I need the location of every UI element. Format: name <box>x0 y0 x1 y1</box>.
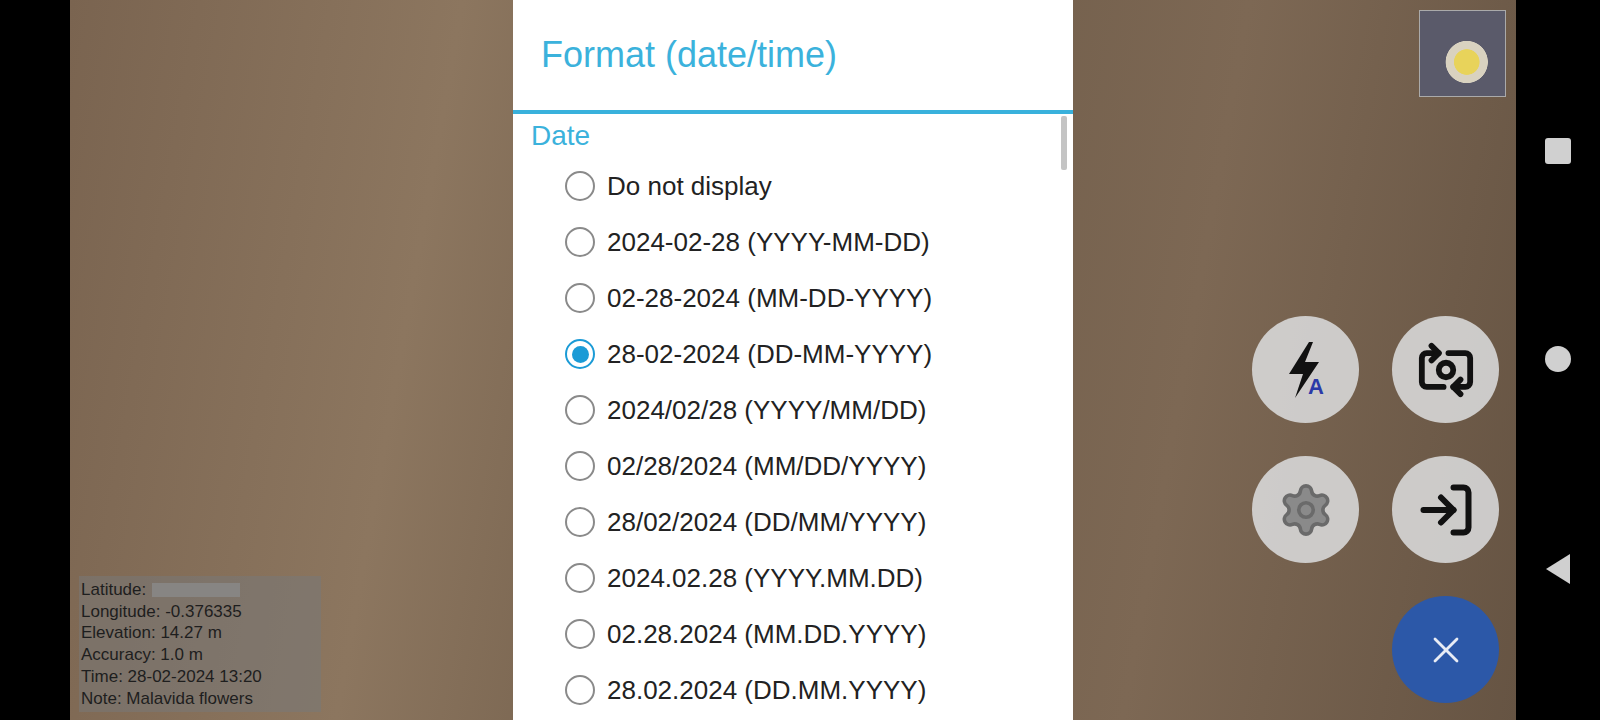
option-label: 28.02.2024 (DD.MM.YYYY) <box>607 675 926 706</box>
dialog-header: Format (date/time) <box>513 0 1073 114</box>
radio-button[interactable] <box>565 563 595 593</box>
option-row[interactable]: 02/28/2024 (MM/DD/YYYY) <box>513 438 1073 494</box>
option-row[interactable]: 28/02/2024 (DD/MM/YYYY) <box>513 494 1073 550</box>
camera-controls: A <box>1252 316 1499 703</box>
radio-button[interactable] <box>565 451 595 481</box>
camera-preview: Latitude:Longitude: -0.376335Elevation: … <box>70 0 1516 720</box>
option-row[interactable]: 2024-02-28 (YYYY-MM-DD) <box>513 214 1073 270</box>
switch-camera-button[interactable] <box>1392 316 1499 423</box>
radio-button[interactable] <box>565 227 595 257</box>
option-label: 28/02/2024 (DD/MM/YYYY) <box>607 507 926 538</box>
left-strip <box>0 0 70 720</box>
flash-button[interactable]: A <box>1252 316 1359 423</box>
option-label: 02-28-2024 (MM-DD-YYYY) <box>607 283 932 314</box>
option-row[interactable]: 02.28.2024 (MM.DD.YYYY) <box>513 606 1073 662</box>
radio-button[interactable] <box>565 675 595 705</box>
info-line: Time: 28-02-2024 13:20 <box>81 666 319 688</box>
home-icon[interactable] <box>1545 346 1571 372</box>
info-line: Accuracy: 1.0 m <box>81 644 319 666</box>
info-overlay: Latitude:Longitude: -0.376335Elevation: … <box>79 576 321 712</box>
option-row[interactable]: Do not display <box>513 158 1073 214</box>
radio-button[interactable] <box>565 619 595 649</box>
exit-button[interactable] <box>1392 456 1499 563</box>
gallery-thumbnail[interactable] <box>1419 10 1506 97</box>
radio-button[interactable] <box>565 507 595 537</box>
info-line: Latitude: <box>81 579 319 601</box>
option-label: 2024/02/28 (YYYY/MM/DD) <box>607 395 926 426</box>
settings-button[interactable] <box>1252 456 1359 563</box>
option-label: 2024-02-28 (YYYY-MM-DD) <box>607 227 930 258</box>
option-label: Do not display <box>607 171 772 202</box>
info-line: Longitude: -0.376335 <box>81 601 319 623</box>
back-icon[interactable] <box>1546 554 1570 584</box>
dialog-title: Format (date/time) <box>541 34 837 76</box>
radio-button[interactable] <box>565 171 595 201</box>
option-row[interactable]: 28-02-2024 (DD-MM-YYYY) <box>513 326 1073 382</box>
navigation-bar <box>1516 0 1600 720</box>
option-row[interactable]: 2024.02.28 (YYYY.MM.DD) <box>513 550 1073 606</box>
info-line: Note: Malavida flowers <box>81 688 319 710</box>
radio-button[interactable] <box>565 395 595 425</box>
radio-button[interactable] <box>565 283 595 313</box>
radio-button[interactable] <box>565 339 595 369</box>
format-dialog: Format (date/time) Date Do not display 2024… <box>513 0 1073 720</box>
gear-icon <box>1277 481 1335 539</box>
option-list[interactable]: Date Do not display 2024-02-28 (YYYY-MM-DD… <box>513 114 1073 720</box>
switch-camera-icon <box>1417 341 1475 399</box>
info-line: Elevation: 14.27 m <box>81 622 319 644</box>
section-label: Date <box>513 114 1073 158</box>
screen: Latitude:Longitude: -0.376335Elevation: … <box>0 0 1600 720</box>
close-icon <box>1424 628 1468 672</box>
exit-icon <box>1416 480 1476 540</box>
redacted-value <box>152 583 240 597</box>
scrollbar[interactable] <box>1061 116 1067 170</box>
option-label: 02/28/2024 (MM/DD/YYYY) <box>607 451 926 482</box>
option-row[interactable]: 28.02.2024 (DD.MM.YYYY) <box>513 662 1073 718</box>
option-row[interactable]: 2024/02/28 (YYYY/MM/DD) <box>513 382 1073 438</box>
option-row[interactable]: 02-28-2024 (MM-DD-YYYY) <box>513 270 1073 326</box>
recents-icon[interactable] <box>1545 138 1571 164</box>
option-label: 02.28.2024 (MM.DD.YYYY) <box>607 619 926 650</box>
close-button[interactable] <box>1392 596 1499 703</box>
option-label: 28-02-2024 (DD-MM-YYYY) <box>607 339 932 370</box>
option-label: 2024.02.28 (YYYY.MM.DD) <box>607 563 923 594</box>
